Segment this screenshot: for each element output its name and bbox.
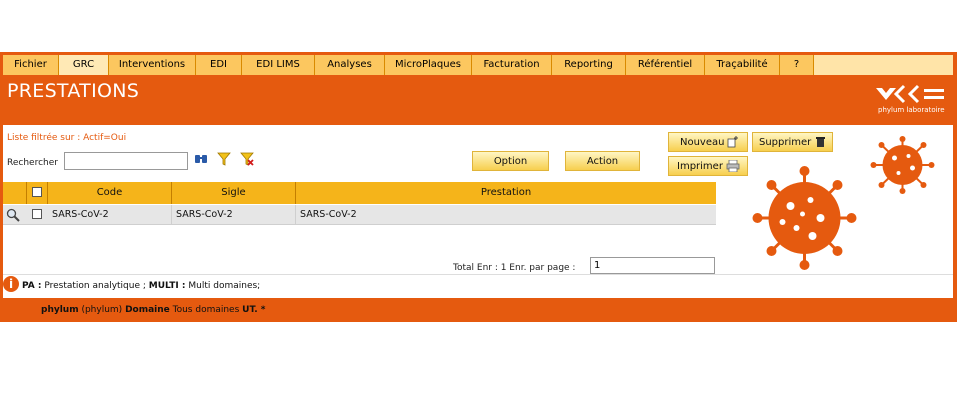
column-code[interactable]: Code [48,182,172,204]
menu-edi-lims[interactable]: EDI LIMS [242,55,315,75]
menu-grc[interactable]: GRC [59,55,109,75]
legend-pa-value: Prestation analytique ; [41,281,149,291]
menu-facturation[interactable]: Facturation [472,55,552,75]
column-prestation[interactable]: Prestation [296,182,716,204]
records-per-page-input[interactable]: 1 [590,257,715,274]
footer-user-detail: (phylum) [78,305,126,315]
cell-code: SARS-CoV-2 [48,205,172,225]
supprimer-button[interactable]: Supprimer [752,132,833,152]
menu-tracabilite[interactable]: Traçabilité [705,55,780,75]
nouveau-label: Nouveau [680,137,725,148]
menu-interventions[interactable]: Interventions [109,55,196,75]
legend-text: PA : Prestation analytique ; MULTI : Mul… [22,281,260,291]
supprimer-label: Supprimer [759,137,812,148]
menu-edi[interactable]: EDI [196,55,242,75]
select-all-checkbox[interactable] [32,187,42,197]
menu-analyses[interactable]: Analyses [315,55,385,75]
legend-multi-key: MULTI : [148,281,186,291]
menu-microplaques[interactable]: MicroPlaques [385,55,472,75]
menu-bar: Fichier GRC Interventions EDI EDI LIMS A… [3,55,953,75]
footer-status: phylum (phylum) Domaine Tous domaines UT… [41,305,266,315]
virus-illustration-small-icon [870,136,935,194]
footer-domain-key: Domaine [125,305,170,315]
footer-ut: UT. * [242,305,266,315]
cell-sigle: SARS-CoV-2 [172,205,296,225]
menu-help[interactable]: ? [780,55,814,75]
column-view [3,182,27,204]
search-input[interactable] [64,152,188,170]
binoculars-icon[interactable] [194,152,208,166]
new-document-icon [727,136,738,148]
column-select-all [27,182,48,204]
filter-icon[interactable] [217,152,231,166]
legend-multi-value: Multi domaines; [185,281,261,291]
option-button[interactable]: Option [472,151,549,171]
virus-illustration-large-icon [752,166,857,270]
footer-domain-value: Tous domaines [169,305,243,315]
filter-note: Liste filtrée sur : Actif=Oui [7,133,127,143]
logo-text: phylum laboratoire [878,106,945,114]
clear-filter-icon[interactable] [240,152,254,166]
action-button[interactable]: Action [565,151,640,171]
menu-fichier[interactable]: Fichier [3,55,59,75]
info-icon: i [3,276,19,292]
view-record-magnifier-icon[interactable] [6,208,20,222]
row-checkbox[interactable] [32,209,42,219]
footer-user: phylum [41,305,79,315]
imprimer-button[interactable]: Imprimer [668,156,748,176]
search-label: Rechercher [7,158,58,168]
page-banner [3,75,953,125]
menu-reporting[interactable]: Reporting [552,55,626,75]
nouveau-button[interactable]: Nouveau [668,132,748,152]
menu-referentiel[interactable]: Référentiel [626,55,705,75]
total-records-text: Total Enr : 1 Enr. par page : [453,263,576,273]
legend-pa-key: PA : [22,281,42,291]
imprimer-label: Imprimer [677,161,723,172]
trash-icon [816,137,825,147]
column-sigle[interactable]: Sigle [172,182,296,204]
page-title: PRESTATIONS [7,80,140,102]
printer-icon [726,160,740,172]
cell-prestation: SARS-CoV-2 [300,209,357,220]
